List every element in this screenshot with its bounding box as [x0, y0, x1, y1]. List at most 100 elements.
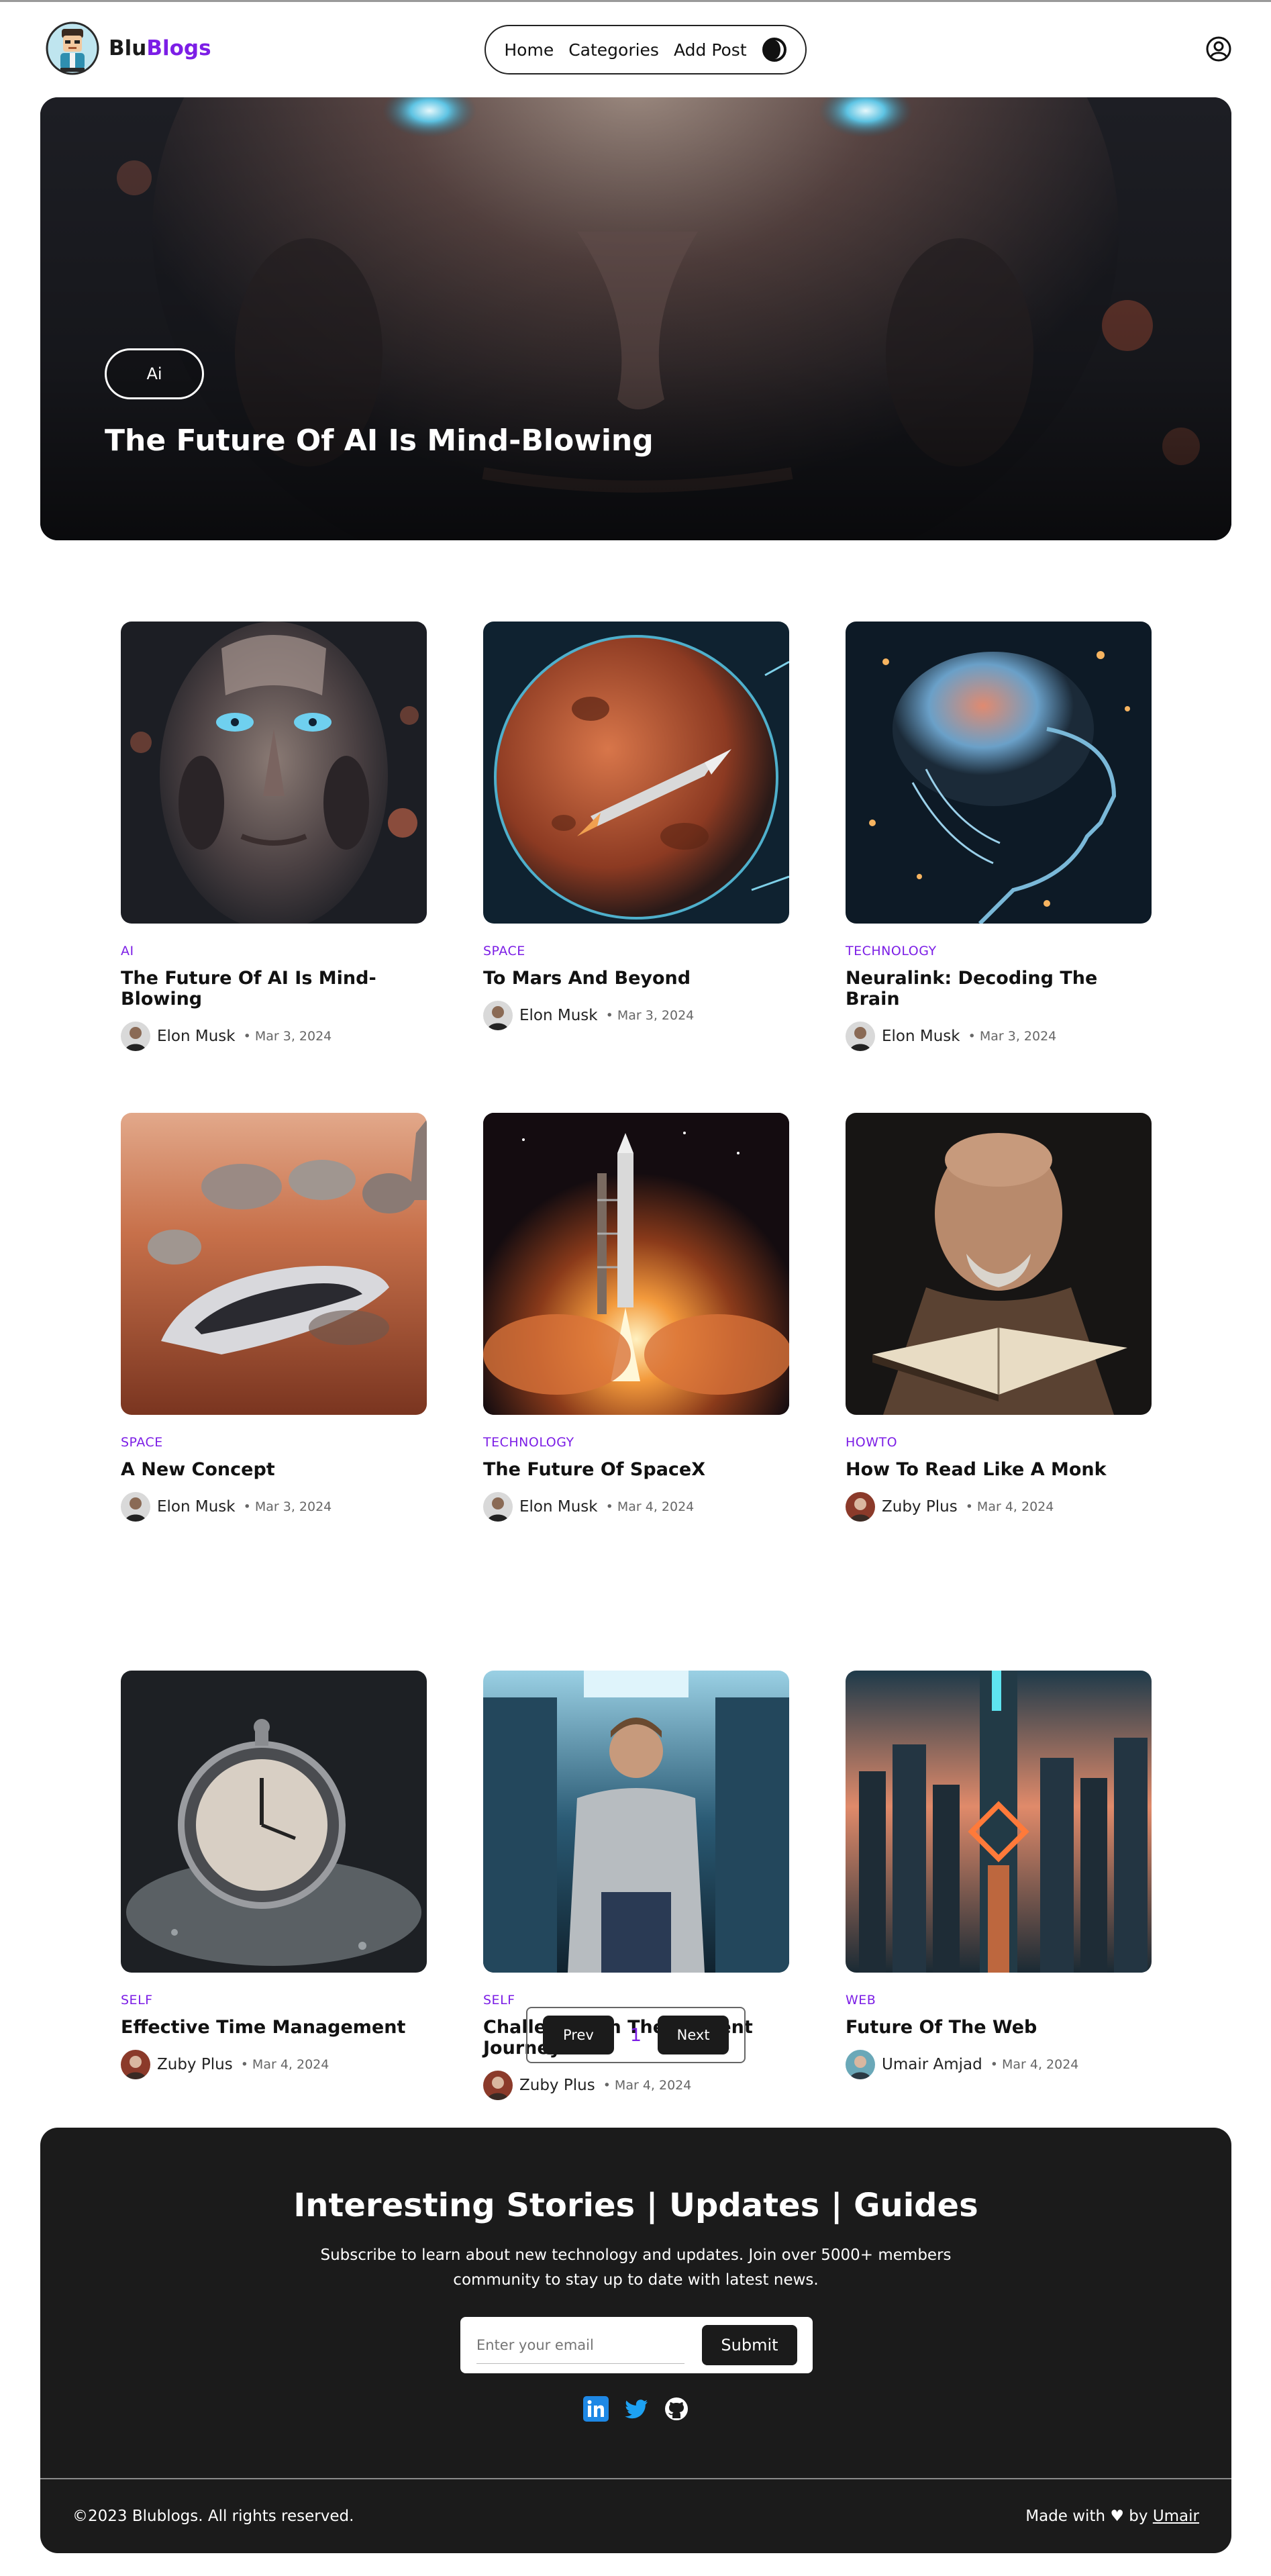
user-circle-icon[interactable]	[1205, 36, 1232, 62]
nav-categories-link[interactable]: Categories	[568, 40, 659, 60]
author-avatar	[846, 1492, 875, 1522]
hero-category-badge[interactable]: Ai	[105, 348, 204, 399]
post-title[interactable]: The Future Of AI Is Mind-Blowing	[121, 968, 427, 1009]
post-date: • Mar 3, 2024	[605, 1008, 695, 1023]
logo-link[interactable]: BluBlogs	[46, 21, 211, 76]
author-avatar	[121, 2050, 150, 2079]
github-icon[interactable]	[664, 2396, 689, 2422]
twitter-icon[interactable]	[623, 2396, 649, 2422]
post-category[interactable]: SELF	[121, 1993, 427, 2008]
post-date: • Mar 4, 2024	[990, 2057, 1079, 2072]
brand-name-part1: Blu	[109, 36, 147, 60]
post-thumbnail[interactable]	[483, 1671, 789, 1973]
post-category[interactable]: SELF	[483, 1993, 789, 2008]
post-category[interactable]: TECHNOLOGY	[483, 1435, 789, 1450]
post-card[interactable]: TECHNOLOGY Neuralink: Decoding The Brain…	[846, 622, 1152, 1051]
logo-mascot-icon	[46, 21, 99, 75]
post-date: • Mar 3, 2024	[243, 1499, 332, 1514]
post-date: • Mar 4, 2024	[605, 1499, 695, 1514]
author-avatar	[121, 1022, 150, 1051]
post-date: • Mar 4, 2024	[965, 1499, 1054, 1514]
email-input[interactable]	[476, 2326, 684, 2364]
hero-banner[interactable]: Ai The Future Of AI Is Mind-Blowing	[40, 97, 1231, 540]
post-category[interactable]: WEB	[846, 1993, 1152, 2008]
footer-divider	[40, 2478, 1231, 2479]
post-category[interactable]: SPACE	[483, 944, 789, 958]
author-name: Umair Amjad	[882, 2056, 982, 2073]
copyright-text: ©2023 Blublogs. All rights reserved.	[72, 2508, 354, 2525]
linkedin-icon[interactable]	[582, 2396, 609, 2422]
post-meta: Elon Musk • Mar 3, 2024	[121, 1492, 427, 1522]
made-with-text: Made with ♥ by	[1025, 2508, 1148, 2525]
post-category[interactable]: SPACE	[121, 1435, 427, 1450]
posts-grid: AI The Future Of AI Is Mind-Blowing Elon…	[121, 622, 1152, 2100]
made-with-credit: Made with ♥ by Umair	[1025, 2508, 1199, 2525]
post-title[interactable]: Effective Time Management	[121, 2017, 427, 2038]
post-card[interactable]: SELF Effective Time Management Zuby Plus…	[121, 1671, 427, 2100]
newsletter-description: Subscribe to learn about new technology …	[320, 2246, 952, 2289]
post-title[interactable]: Future Of The Web	[846, 2017, 1152, 2038]
post-thumbnail[interactable]	[846, 1671, 1152, 1973]
author-name: Elon Musk	[157, 1498, 236, 1516]
post-meta: Elon Musk • Mar 3, 2024	[483, 1001, 789, 1030]
post-date: • Mar 3, 2024	[968, 1029, 1057, 1044]
post-title[interactable]: The Future Of SpaceX	[483, 1459, 789, 1480]
author-credit-link[interactable]: Umair	[1153, 2508, 1199, 2525]
submit-button[interactable]: Submit	[702, 2325, 797, 2365]
author-name: Elon Musk	[519, 1498, 598, 1516]
nav-add-post-link[interactable]: Add Post	[674, 40, 747, 60]
nav-home-link[interactable]: Home	[504, 40, 554, 60]
post-card[interactable]: AI The Future Of AI Is Mind-Blowing Elon…	[121, 622, 427, 1051]
current-page-number: 1	[629, 2024, 642, 2046]
post-title[interactable]: Neuralink: Decoding The Brain	[846, 968, 1152, 1009]
post-meta: Zuby Plus • Mar 4, 2024	[846, 1492, 1152, 1522]
post-card[interactable]: SPACE To Mars And Beyond Elon Musk • Mar…	[483, 622, 789, 1051]
hero-title[interactable]: The Future Of AI Is Mind-Blowing	[105, 424, 654, 458]
post-category[interactable]: AI	[121, 944, 427, 958]
main-nav: Home Categories Add Post	[485, 25, 807, 75]
newsletter-form: Submit	[460, 2317, 813, 2373]
prev-page-button[interactable]: Prev	[542, 2016, 614, 2054]
dark-mode-icon[interactable]	[762, 37, 787, 62]
post-card[interactable]: SPACE A New Concept Elon Musk • Mar 3, 2…	[121, 1113, 427, 1522]
post-title[interactable]: To Mars And Beyond	[483, 968, 789, 989]
author-avatar	[483, 1001, 513, 1030]
post-meta: Elon Musk • Mar 3, 2024	[846, 1022, 1152, 1051]
author-name: Elon Musk	[519, 1007, 598, 1024]
post-card[interactable]: WEB Future Of The Web Umair Amjad • Mar …	[846, 1671, 1152, 2100]
brand-name-part2: Blogs	[146, 36, 211, 60]
post-meta: Zuby Plus • Mar 4, 2024	[121, 2050, 427, 2079]
author-avatar	[121, 1492, 150, 1522]
post-thumbnail[interactable]	[483, 622, 789, 924]
post-thumbnail[interactable]	[121, 1113, 427, 1415]
post-title[interactable]: A New Concept	[121, 1459, 427, 1480]
newsletter-heading: Interesting Stories | Updates | Guides	[293, 2187, 978, 2224]
post-thumbnail[interactable]	[121, 1671, 427, 1973]
post-thumbnail[interactable]	[483, 1113, 789, 1415]
post-thumbnail[interactable]	[846, 622, 1152, 924]
social-links	[40, 2396, 1231, 2422]
post-title[interactable]: How To Read Like A Monk	[846, 1459, 1152, 1480]
post-card[interactable]: HOWTO How To Read Like A Monk Zuby Plus …	[846, 1113, 1152, 1522]
post-date: • Mar 4, 2024	[603, 2078, 692, 2093]
author-avatar	[846, 2050, 875, 2079]
brand-name: BluBlogs	[109, 36, 211, 60]
post-date: • Mar 4, 2024	[240, 2057, 329, 2072]
footer: Interesting Stories | Updates | Guides S…	[40, 2128, 1231, 2553]
author-avatar	[483, 2071, 513, 2100]
author-avatar	[483, 1492, 513, 1522]
post-date: • Mar 3, 2024	[243, 1029, 332, 1044]
next-page-button[interactable]: Next	[658, 2016, 729, 2054]
author-name: Elon Musk	[882, 1028, 960, 1045]
post-card[interactable]: TECHNOLOGY The Future Of SpaceX Elon Mus…	[483, 1113, 789, 1522]
post-meta: Umair Amjad • Mar 4, 2024	[846, 2050, 1152, 2079]
post-category[interactable]: TECHNOLOGY	[846, 944, 1152, 958]
pagination: Prev 1 Next	[526, 2007, 746, 2063]
post-thumbnail[interactable]	[846, 1113, 1152, 1415]
post-meta: Elon Musk • Mar 4, 2024	[483, 1492, 789, 1522]
post-meta: Elon Musk • Mar 3, 2024	[121, 1022, 427, 1051]
post-category[interactable]: HOWTO	[846, 1435, 1152, 1450]
author-avatar	[846, 1022, 875, 1051]
author-name: Zuby Plus	[882, 1498, 958, 1516]
post-thumbnail[interactable]	[121, 622, 427, 924]
